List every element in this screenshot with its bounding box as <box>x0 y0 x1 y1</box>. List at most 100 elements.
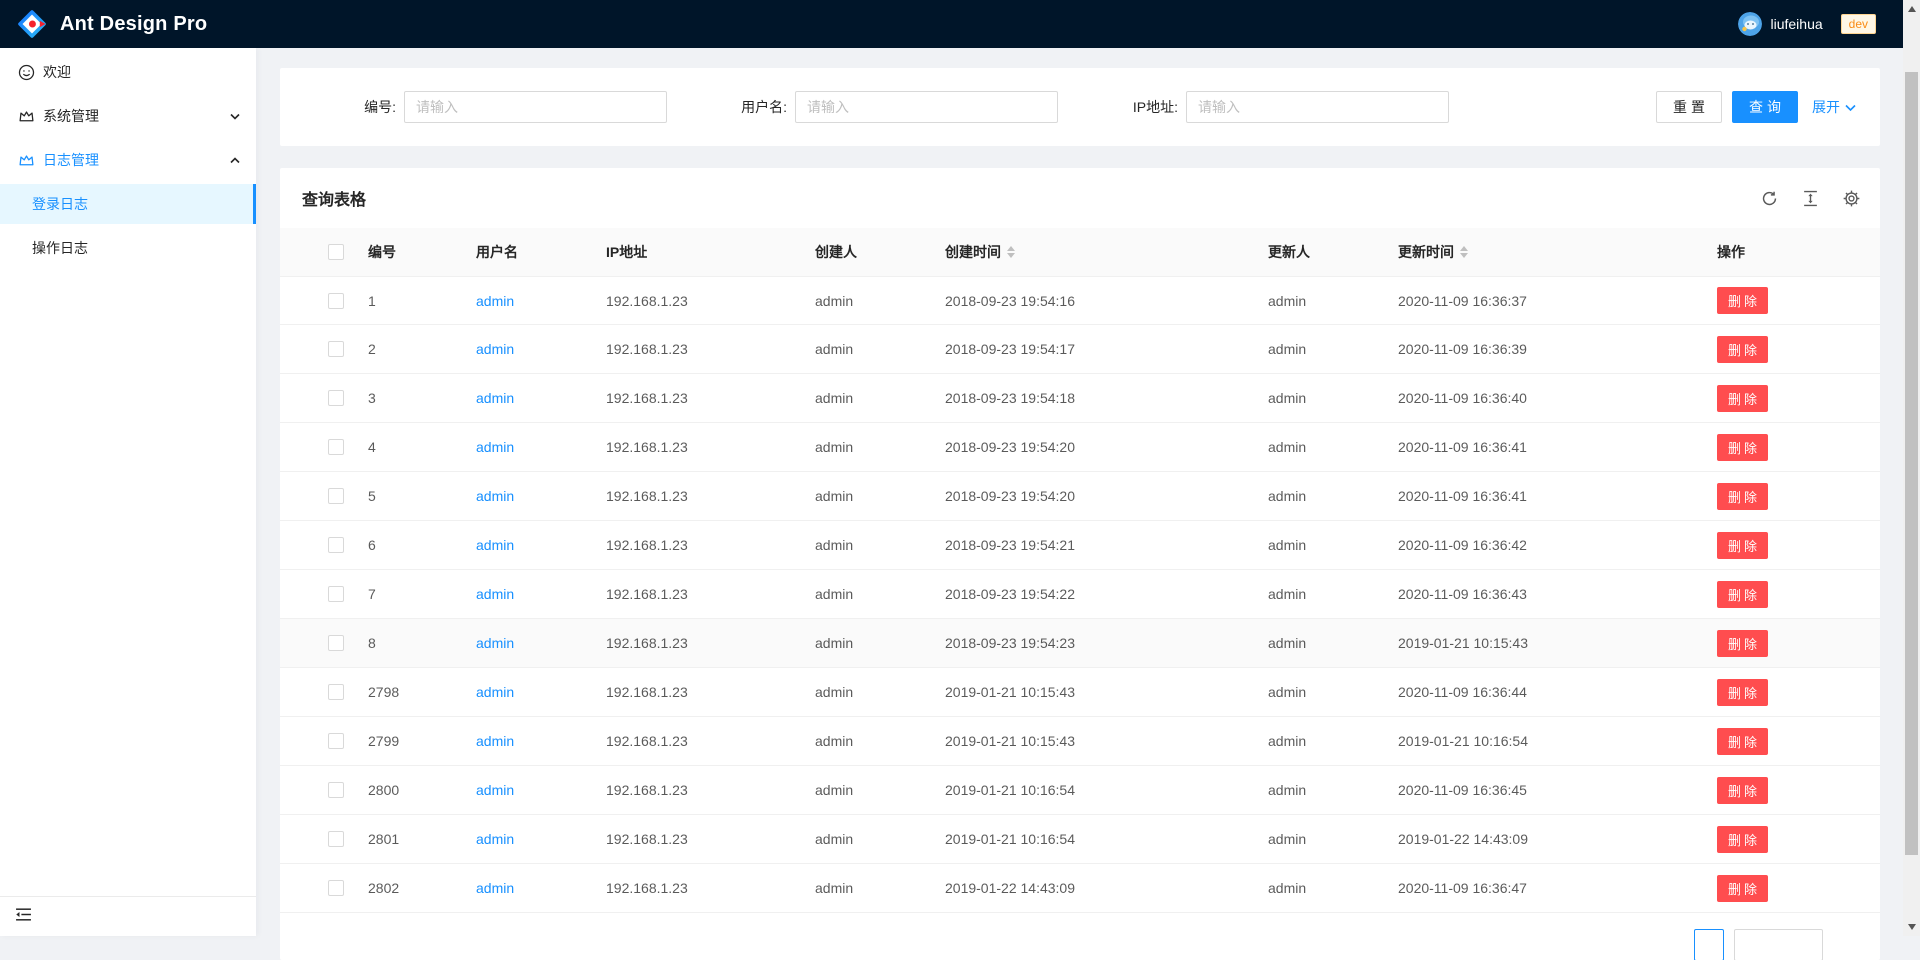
cell-created: 2019-01-22 14:43:09 <box>945 880 1268 896</box>
cell-ip: 192.168.1.23 <box>606 782 815 798</box>
row-checkbox[interactable] <box>328 586 344 602</box>
scrollbar-thumb[interactable] <box>1905 72 1918 855</box>
cell-creator: admin <box>815 341 945 357</box>
delete-button[interactable]: 删除 <box>1717 532 1768 559</box>
cell-updated: 2020-11-09 16:36:40 <box>1398 390 1717 406</box>
vertical-scrollbar[interactable] <box>1903 0 1920 936</box>
sidebar-item-system-management[interactable]: 系统管理 <box>0 96 256 136</box>
row-checkbox[interactable] <box>328 439 344 455</box>
sort-icon[interactable] <box>1460 246 1468 258</box>
cell-ip: 192.168.1.23 <box>606 635 815 651</box>
cell-updater: admin <box>1268 782 1398 798</box>
cell-updater: admin <box>1268 439 1398 455</box>
delete-button[interactable]: 删除 <box>1717 826 1768 853</box>
username-link[interactable]: admin <box>476 635 514 651</box>
username-input[interactable] <box>795 91 1058 123</box>
cell-username: admin <box>476 488 606 504</box>
density-icon[interactable] <box>1802 190 1819 207</box>
id-input[interactable] <box>404 91 667 123</box>
sel <box>304 293 368 309</box>
sidebar-item-log-management[interactable]: 日志管理 <box>0 140 256 180</box>
delete-button[interactable]: 删除 <box>1717 483 1768 510</box>
delete-button[interactable]: 删除 <box>1717 287 1768 314</box>
table-row: 2799admin192.168.1.23admin2019-01-21 10:… <box>280 717 1880 766</box>
ip-input[interactable] <box>1186 91 1449 123</box>
delete-button[interactable]: 删除 <box>1717 385 1768 412</box>
username-link[interactable]: admin <box>476 293 514 309</box>
cell-created: 2018-09-23 19:54:16 <box>945 293 1268 309</box>
cell-actions: 删除 <box>1717 728 1856 755</box>
username-link[interactable]: admin <box>476 390 514 406</box>
cell-creator: admin <box>815 586 945 602</box>
sidebar-item-welcome[interactable]: 欢迎 <box>0 52 256 92</box>
username-link[interactable]: admin <box>476 439 514 455</box>
row-checkbox[interactable] <box>328 684 344 700</box>
cell-updater: admin <box>1268 684 1398 700</box>
row-checkbox[interactable] <box>328 341 344 357</box>
sort-icon[interactable] <box>1007 246 1015 258</box>
cell-username: admin <box>476 733 606 749</box>
row-checkbox[interactable] <box>328 635 344 651</box>
row-checkbox[interactable] <box>328 293 344 309</box>
cell-ip: 192.168.1.23 <box>606 831 815 847</box>
delete-button[interactable]: 删除 <box>1717 777 1768 804</box>
cell-updater: admin <box>1268 537 1398 553</box>
search-field-id: 编号: <box>304 91 695 123</box>
column-header-ip: IP地址 <box>606 242 815 262</box>
username-link[interactable]: admin <box>476 537 514 553</box>
username-link[interactable]: admin <box>476 733 514 749</box>
page-size-select[interactable] <box>1734 929 1823 960</box>
sidebar-item-operation-log[interactable]: 操作日志 <box>0 228 256 268</box>
scrollbar-down-arrow[interactable] <box>1908 924 1916 930</box>
cell-id: 2802 <box>368 880 476 896</box>
ant-design-logo-icon[interactable] <box>17 9 47 39</box>
column-header-creator: 创建人 <box>815 242 945 262</box>
row-checkbox[interactable] <box>328 831 344 847</box>
select-all-checkbox[interactable] <box>328 244 344 260</box>
cell-actions: 删除 <box>1717 385 1856 412</box>
cell-ip: 192.168.1.23 <box>606 537 815 553</box>
username-link[interactable]: admin <box>476 586 514 602</box>
delete-button[interactable]: 删除 <box>1717 581 1768 608</box>
row-checkbox[interactable] <box>328 880 344 896</box>
username-link[interactable]: admin <box>476 880 514 896</box>
cell-ip: 192.168.1.23 <box>606 439 815 455</box>
row-checkbox[interactable] <box>328 390 344 406</box>
query-button[interactable]: 查询 <box>1732 91 1798 123</box>
cell-creator: admin <box>815 880 945 896</box>
username-link[interactable]: admin <box>476 831 514 847</box>
delete-button[interactable]: 删除 <box>1717 875 1768 902</box>
cell-username: admin <box>476 782 606 798</box>
cell-created: 2019-01-21 10:15:43 <box>945 684 1268 700</box>
sel <box>304 390 368 406</box>
cell-actions: 删除 <box>1717 434 1856 461</box>
cell-creator: admin <box>815 488 945 504</box>
scrollbar-up-arrow[interactable] <box>1908 6 1916 12</box>
header-username[interactable]: liufeihua <box>1770 16 1822 32</box>
avatar[interactable] <box>1738 12 1762 36</box>
settings-gear-icon[interactable] <box>1843 190 1860 207</box>
row-checkbox[interactable] <box>328 733 344 749</box>
refresh-icon[interactable] <box>1761 190 1778 207</box>
delete-button[interactable]: 删除 <box>1717 434 1768 461</box>
column-header-updated: 更新时间 <box>1398 242 1717 262</box>
reset-button[interactable]: 重置 <box>1656 91 1722 123</box>
sidebar-collapse-trigger[interactable] <box>0 896 256 936</box>
row-checkbox[interactable] <box>328 782 344 798</box>
cell-created: 2018-09-23 19:54:21 <box>945 537 1268 553</box>
username-link[interactable]: admin <box>476 341 514 357</box>
row-checkbox[interactable] <box>328 537 344 553</box>
row-checkbox[interactable] <box>328 488 344 504</box>
username-link[interactable]: admin <box>476 684 514 700</box>
username-link[interactable]: admin <box>476 488 514 504</box>
delete-button[interactable]: 删除 <box>1717 679 1768 706</box>
username-link[interactable]: admin <box>476 782 514 798</box>
delete-button[interactable]: 删除 <box>1717 630 1768 657</box>
expand-link[interactable]: 展开 <box>1812 97 1856 117</box>
cell-ip: 192.168.1.23 <box>606 684 815 700</box>
delete-button[interactable]: 删除 <box>1717 336 1768 363</box>
delete-button[interactable]: 删除 <box>1717 728 1768 755</box>
pagination-current-page[interactable] <box>1694 929 1724 960</box>
cell-creator: admin <box>815 733 945 749</box>
sidebar-item-login-log[interactable]: 登录日志 <box>0 184 256 224</box>
